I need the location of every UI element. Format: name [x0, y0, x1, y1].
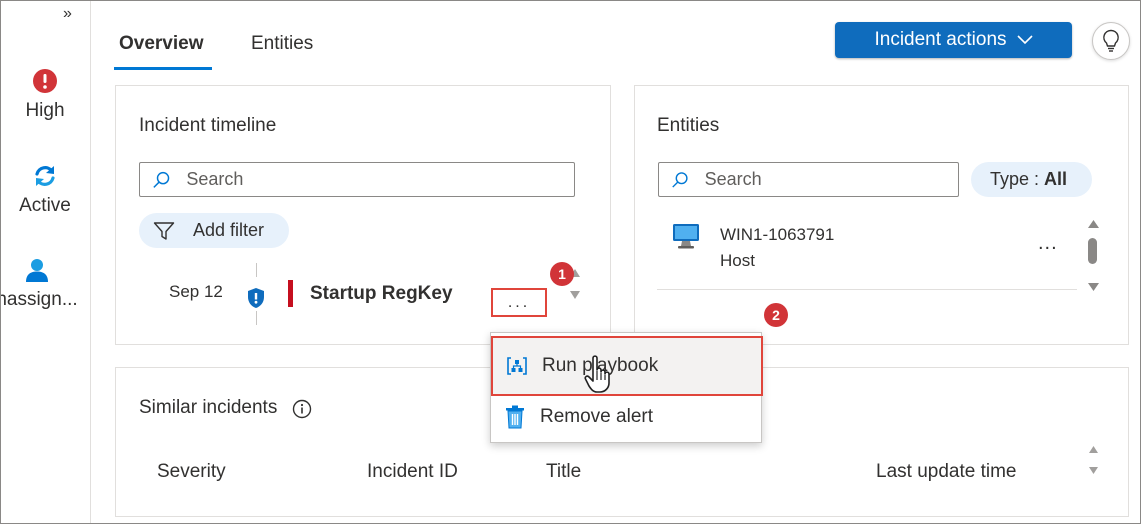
entity-more-button[interactable]: ...	[1038, 232, 1058, 255]
severity-label: High	[25, 100, 65, 121]
info-icon[interactable]	[292, 399, 312, 419]
lightbulb-button[interactable]	[1092, 22, 1130, 60]
left-rail: » High Active nassign...	[0, 1, 91, 523]
type-filter-value: All	[1044, 169, 1068, 189]
column-header-severity[interactable]: Severity	[157, 461, 226, 483]
tab-selected-indicator	[114, 67, 212, 70]
add-filter-label: Add filter	[193, 220, 265, 240]
scroll-up-icon[interactable]	[1088, 220, 1099, 228]
chevron-down-icon	[1016, 35, 1033, 45]
entities-search-input[interactable]	[704, 169, 958, 190]
timeline-connector	[256, 263, 257, 277]
type-filter-label: Type :	[990, 169, 1045, 189]
tab-entities[interactable]: Entities	[251, 33, 313, 55]
scroll-up-icon[interactable]	[1089, 446, 1098, 453]
search-icon	[153, 171, 170, 188]
alert-icon	[33, 69, 57, 93]
timeline-search-input[interactable]	[186, 169, 574, 190]
scroll-down-icon[interactable]	[570, 291, 580, 299]
shield-icon	[248, 288, 264, 308]
expand-icon[interactable]: »	[63, 5, 72, 23]
column-header-title[interactable]: Title	[546, 461, 581, 483]
owner-label: nassign...	[0, 289, 78, 310]
incident-page: » High Active nassign... Overview Entiti…	[0, 0, 1141, 524]
alert-more-label: ...	[507, 293, 531, 311]
similar-incidents-title: Similar incidents	[139, 397, 278, 418]
entities-search-field[interactable]	[658, 162, 959, 197]
incident-timeline-title: Incident timeline	[139, 115, 277, 136]
alert-more-button[interactable]: ...	[491, 288, 547, 317]
add-filter-button[interactable]: Add filter	[139, 213, 289, 248]
entity-divider	[657, 289, 1077, 290]
timeline-connector	[256, 311, 257, 325]
menu-item-remove-alert[interactable]: Remove alert	[491, 391, 761, 443]
timeline-search-field[interactable]	[139, 162, 575, 197]
hand-cursor-icon	[584, 355, 610, 393]
timeline-event-date: Sep 12	[169, 282, 223, 301]
menu-item-label: Remove alert	[540, 406, 653, 427]
host-icon	[673, 224, 699, 249]
trash-icon	[504, 405, 526, 429]
severity-bar	[288, 280, 293, 307]
callout-badge-1: 1	[550, 262, 574, 286]
person-icon	[26, 259, 48, 282]
lightbulb-icon	[1103, 29, 1119, 52]
timeline-event-title: Startup RegKey	[310, 283, 453, 304]
entity-type: Host	[720, 251, 755, 270]
type-filter-button[interactable]: Type : All	[971, 162, 1092, 197]
scroll-down-icon[interactable]	[1088, 283, 1099, 291]
incident-actions-label: Incident actions	[874, 29, 1007, 50]
menu-item-run-playbook[interactable]: Run playbook	[491, 336, 763, 396]
search-icon	[672, 171, 688, 188]
scroll-down-icon[interactable]	[1089, 467, 1098, 474]
filter-icon	[153, 221, 175, 240]
status-label: Active	[19, 195, 71, 216]
callout-badge-2: 2	[764, 303, 788, 327]
entity-name: WIN1-1063791	[720, 225, 835, 244]
alert-context-menu: Run playbook Remove alert	[490, 332, 763, 443]
column-header-last-update-time[interactable]: Last update time	[876, 461, 1016, 483]
playbook-icon	[506, 355, 528, 377]
owner-indicator[interactable]: nassign...	[0, 257, 81, 311]
column-header-incident-id[interactable]: Incident ID	[367, 461, 458, 483]
refresh-icon	[35, 166, 55, 186]
scrollbar-thumb[interactable]	[1088, 238, 1097, 264]
status-indicator[interactable]: Active	[1, 163, 89, 217]
incident-actions-button[interactable]: Incident actions	[835, 22, 1072, 58]
tab-overview[interactable]: Overview	[119, 33, 204, 55]
entities-title: Entities	[657, 115, 720, 136]
severity-indicator[interactable]: High	[1, 68, 89, 122]
